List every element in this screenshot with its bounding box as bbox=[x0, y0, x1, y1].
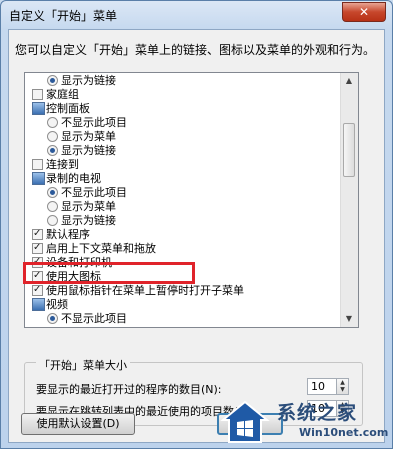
recent-programs-input[interactable]: 10 bbox=[307, 378, 337, 395]
use-default-settings-button[interactable]: 使用默认设置(D) bbox=[21, 413, 135, 435]
description-text: 您可以自定义「开始」菜单上的链接、图标以及菜单的外观和行为。 bbox=[15, 43, 376, 57]
list-item-label: 显示为链接 bbox=[61, 214, 116, 227]
radio-button[interactable] bbox=[47, 201, 58, 212]
watermark: 系统之家 Win10net.com bbox=[213, 394, 391, 446]
radio-button[interactable] bbox=[47, 145, 58, 156]
list-item-label: 显示为链接 bbox=[61, 74, 116, 87]
radio-button[interactable] bbox=[47, 131, 58, 142]
category-icon bbox=[32, 298, 45, 311]
radio-button[interactable] bbox=[47, 215, 58, 226]
recent-programs-label: 要显示的最近打开过的程序的数目(N): bbox=[36, 383, 222, 396]
list-item-label: 连接到 bbox=[46, 158, 79, 171]
list-item-label: 显示为链接 bbox=[61, 144, 116, 157]
checkbox[interactable] bbox=[32, 89, 43, 100]
close-button[interactable]: ✕ bbox=[342, 2, 386, 22]
list-item-label: 控制面板 bbox=[46, 102, 90, 115]
group-title: 「开始」菜单大小 bbox=[36, 357, 130, 373]
chevron-up-icon[interactable]: ▲ bbox=[337, 379, 348, 386]
category-icon bbox=[32, 102, 45, 115]
list-item-label: 使用鼠标指针在菜单上暂停时打开子菜单 bbox=[46, 284, 244, 297]
list-item-label: 不显示此项目 bbox=[61, 186, 127, 199]
house-logo-icon bbox=[220, 400, 270, 443]
list-item-label: 视频 bbox=[46, 298, 68, 311]
scroll-thumb[interactable] bbox=[343, 123, 355, 177]
red-highlight-box bbox=[23, 262, 195, 284]
radio-button[interactable] bbox=[47, 187, 58, 198]
list-item-label: 显示为菜单 bbox=[61, 200, 116, 213]
radio-button[interactable] bbox=[47, 313, 58, 324]
options-list: ▲ ▼ 显示为链接 家庭组 控制面板 不显示此项目 显示为菜单 显示为链接 连接到 录制的电视… bbox=[24, 72, 359, 328]
scroll-up-icon[interactable]: ▲ bbox=[343, 74, 355, 88]
watermark-site: Win10net.com bbox=[299, 426, 389, 439]
category-icon bbox=[32, 172, 45, 185]
radio-button[interactable] bbox=[47, 75, 58, 86]
list-item-label: 不显示此项目 bbox=[61, 116, 127, 129]
list-item-label: 显示为菜单 bbox=[61, 130, 116, 143]
window-title: 自定义「开始」菜单 bbox=[9, 9, 118, 23]
list-item-label: 不显示此项目 bbox=[61, 312, 127, 325]
checkbox[interactable] bbox=[32, 227, 43, 240]
checkbox[interactable] bbox=[32, 241, 43, 254]
radio-button[interactable] bbox=[47, 117, 58, 128]
customize-start-menu-dialog: 自定义「开始」菜单 ✕ 您可以自定义「开始」菜单上的链接、图标以及菜单的外观和行… bbox=[0, 0, 393, 449]
list-item-label: 家庭组 bbox=[46, 88, 79, 101]
dialog-client-area: 您可以自定义「开始」菜单上的链接、图标以及菜单的外观和行为。 ▲ ▼ 显示为链接… bbox=[8, 29, 385, 443]
recent-programs-value: 10 bbox=[311, 380, 325, 393]
recent-programs-stepper[interactable]: ▲ ▼ bbox=[336, 378, 349, 395]
list-item-label: 默认程序 bbox=[46, 228, 90, 241]
checkbox[interactable] bbox=[32, 159, 43, 170]
scroll-down-icon[interactable]: ▼ bbox=[343, 312, 355, 326]
vertical-scrollbar[interactable]: ▲ ▼ bbox=[340, 73, 358, 327]
list-item-label: 录制的电视 bbox=[46, 172, 101, 185]
checkbox[interactable] bbox=[32, 283, 43, 296]
list-item-label: 启用上下文菜单和拖放 bbox=[46, 242, 156, 255]
chevron-down-icon[interactable]: ▼ bbox=[337, 386, 348, 393]
watermark-text: 系统之家 bbox=[277, 402, 358, 424]
